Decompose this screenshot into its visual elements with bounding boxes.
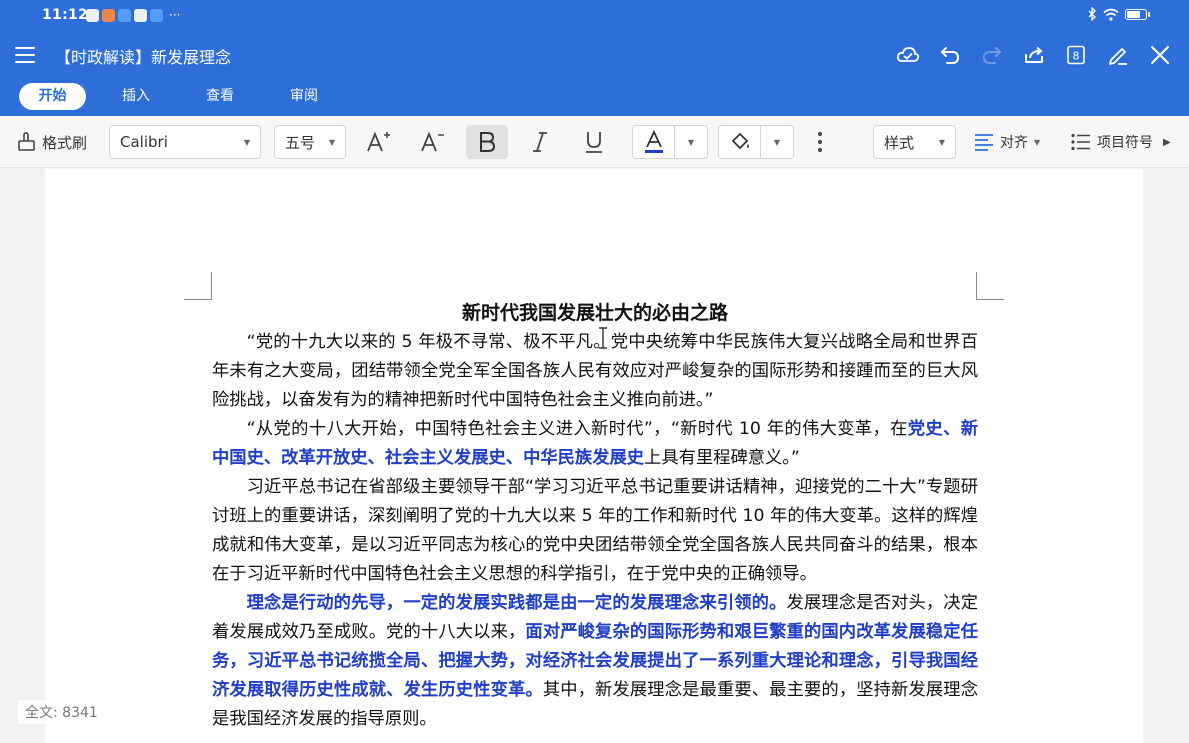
paragraph: 理念是行动的先导，一定的发展实践都是由一定的发展理念来引领的。发展理念是否对头，…	[212, 589, 978, 734]
bluetooth-icon	[1088, 7, 1096, 21]
align-select[interactable]: 对齐 ▼	[974, 125, 1040, 159]
chevron-down-icon: ▼	[243, 137, 250, 147]
undo-button[interactable]	[929, 39, 971, 71]
document-heading: 新时代我国发展壮大的必由之路	[461, 302, 728, 324]
pencil-icon	[1109, 48, 1127, 65]
chevron-down-icon: ▼	[938, 137, 945, 147]
chevron-down-icon: ▼	[773, 137, 781, 147]
font-color-select[interactable]: ▼	[632, 125, 708, 159]
document-area[interactable]: 新时代我国发展壮大的必由之路 “党的十九大以来的 5 年极不寻常、极不平凡。党中…	[0, 169, 1189, 743]
feather-app-icon	[150, 9, 163, 22]
underline-button[interactable]	[574, 125, 614, 159]
bullet-list-icon	[1071, 133, 1090, 151]
more-options-button[interactable]	[800, 125, 840, 159]
video-app-icon	[86, 9, 99, 22]
wifi-icon	[1103, 8, 1119, 21]
share-button[interactable]	[1013, 39, 1055, 71]
hamburger-icon	[15, 47, 35, 63]
paragraph-text: “从党的十八大开始，中国特色社会主义进入新时代”，“新时代 10 年的伟大变革，…	[246, 419, 908, 439]
margin-corner-top-left	[184, 272, 212, 300]
tab-home[interactable]: 开始	[19, 83, 86, 110]
cloud-sync-icon	[896, 47, 920, 62]
font-increase-icon	[367, 131, 390, 152]
status-right	[1087, 7, 1150, 21]
chevron-down-icon: ▼	[1034, 137, 1041, 147]
browser-app-icon	[134, 9, 147, 22]
margin-corner-top-right	[976, 272, 1004, 300]
tab-insert[interactable]: 插入	[108, 83, 164, 110]
close-button[interactable]	[1139, 39, 1181, 71]
battery-icon	[1125, 8, 1150, 20]
increase-font-button[interactable]	[358, 125, 398, 159]
align-label: 对齐	[1000, 135, 1028, 151]
redo-icon	[982, 47, 1002, 64]
document-page[interactable]: 新时代我国发展壮大的必由之路 “党的十九大以来的 5 年极不寻常、极不平凡。党中…	[45, 169, 1143, 743]
format-painter-button[interactable]: 格式刷	[16, 125, 87, 159]
underline-icon	[586, 132, 602, 153]
decrease-font-button[interactable]	[412, 125, 452, 159]
tab-review[interactable]: 审阅	[276, 83, 332, 110]
highlight-color-select[interactable]: ▼	[718, 125, 794, 159]
format-painter-label: 格式刷	[42, 133, 88, 152]
word-count: 全文: 8341	[18, 700, 105, 724]
notification-icons: ···	[86, 9, 180, 22]
style-select[interactable]: 样式 ▼	[873, 125, 956, 159]
redo-button[interactable]	[971, 39, 1013, 71]
title-actions: 8	[887, 39, 1181, 71]
paragraph-text: 上具有里程碑意义。”	[644, 448, 800, 468]
format-painter-icon	[18, 132, 35, 151]
ribbon-tabs: 开始 插入 查看 审阅	[0, 78, 1189, 116]
font-decrease-icon	[421, 131, 444, 152]
title-bar: 【时政解读】新发展理念 8	[0, 32, 1189, 78]
chevron-down-icon: ▼	[687, 137, 695, 147]
fill-bucket-icon	[731, 132, 749, 150]
orange-app-icon	[102, 9, 115, 22]
font-name-value: Calibri	[120, 133, 168, 151]
more-notifications: ···	[169, 8, 181, 22]
paragraph: 习近平总书记在省部级主要领导干部“学习习近平总书记重要讲话精神，迎接党的二十大”…	[212, 477, 978, 584]
status-time: 11:12	[42, 7, 89, 23]
edit-mode-button[interactable]	[1097, 39, 1139, 71]
style-label: 样式	[884, 133, 915, 152]
bullets-label: 项目符号	[1097, 135, 1153, 151]
align-icon	[975, 134, 993, 151]
cloud-sync-button[interactable]	[887, 39, 929, 71]
svg-text:8: 8	[1073, 50, 1080, 63]
share-icon	[1025, 46, 1043, 63]
font-size-value: 五号	[285, 133, 316, 152]
text-cursor-icon	[599, 327, 607, 349]
toolbar-scroll-right[interactable]: ▶	[1163, 125, 1171, 159]
undo-icon	[940, 47, 960, 64]
italic-button[interactable]	[520, 125, 560, 159]
italic-icon	[533, 132, 547, 152]
more-vertical-icon	[818, 132, 822, 152]
page-count-icon: 8	[1067, 45, 1085, 65]
font-size-select[interactable]: 五号 ▼	[274, 125, 346, 159]
bold-button[interactable]	[466, 125, 508, 159]
close-icon	[1151, 46, 1169, 64]
status-bar: 11:12 ···	[0, 0, 1189, 32]
tab-view[interactable]: 查看	[192, 83, 248, 110]
paragraph: “党的十九大以来的 5 年极不寻常、极不平凡。党中央统筹中华民族伟大复兴战略全局…	[212, 332, 978, 410]
font-color-icon	[644, 130, 663, 153]
menu-button[interactable]	[14, 42, 42, 68]
bullets-button[interactable]: 项目符号	[1071, 125, 1159, 159]
font-name-select[interactable]: Calibri ▼	[109, 125, 261, 159]
page-count-button[interactable]: 8	[1055, 39, 1097, 71]
chevron-down-icon: ▼	[328, 137, 335, 147]
highlighted-text: 理念是行动的先导，一定的发展实践都是由一定的发展理念来引领的。	[246, 593, 787, 613]
paragraph: “从党的十八大开始，中国特色社会主义进入新时代”，“新时代 10 年的伟大变革，…	[212, 415, 978, 473]
bold-icon	[480, 132, 496, 152]
document-title: 【时政解读】新发展理念	[55, 48, 232, 67]
formatting-toolbar: 格式刷 Calibri ▼ 五号 ▼ ▼ ▼ 样式 ▼ 对齐 ▼ 项目符号 ▶	[0, 116, 1189, 168]
document-body[interactable]: 新时代我国发展壮大的必由之路 “党的十九大以来的 5 年极不寻常、极不平凡。党中…	[212, 299, 978, 734]
cloud-app-icon	[118, 9, 131, 22]
